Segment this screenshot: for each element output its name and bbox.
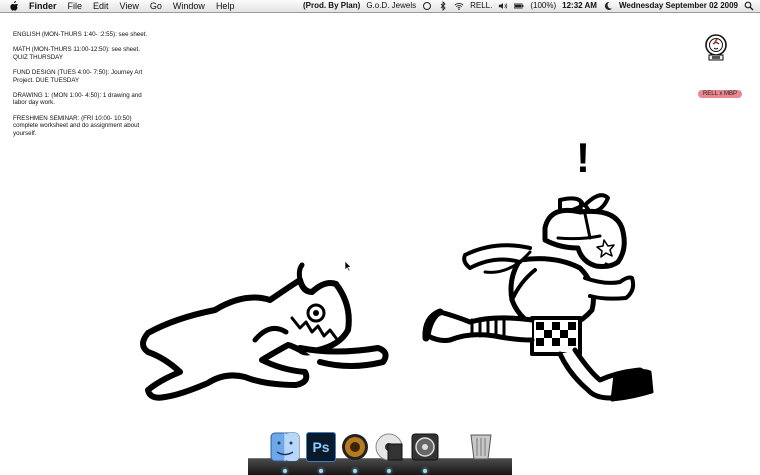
trash-icon[interactable] [466, 430, 496, 460]
running-boy [422, 193, 654, 402]
finder-running-indicator [283, 469, 287, 473]
photoshop-icon[interactable]: Ps [306, 432, 336, 462]
dvd-player-icon[interactable] [374, 432, 404, 462]
exclamation-mark: ! [576, 134, 590, 181]
drive-running-indicator [423, 469, 427, 473]
dvd-running-indicator [387, 469, 391, 473]
wallpaper-art: ! [140, 134, 654, 402]
photoshop-label: Ps [312, 439, 330, 455]
running-dog [140, 262, 389, 401]
itunes-icon[interactable] [340, 432, 370, 462]
dock: Ps [248, 430, 512, 475]
hard-drive-icon[interactable] [410, 432, 440, 462]
photoshop-running-indicator [319, 469, 323, 473]
itunes-running-indicator [353, 469, 357, 473]
mouse-cursor [344, 260, 352, 272]
finder-icon[interactable] [270, 432, 300, 462]
